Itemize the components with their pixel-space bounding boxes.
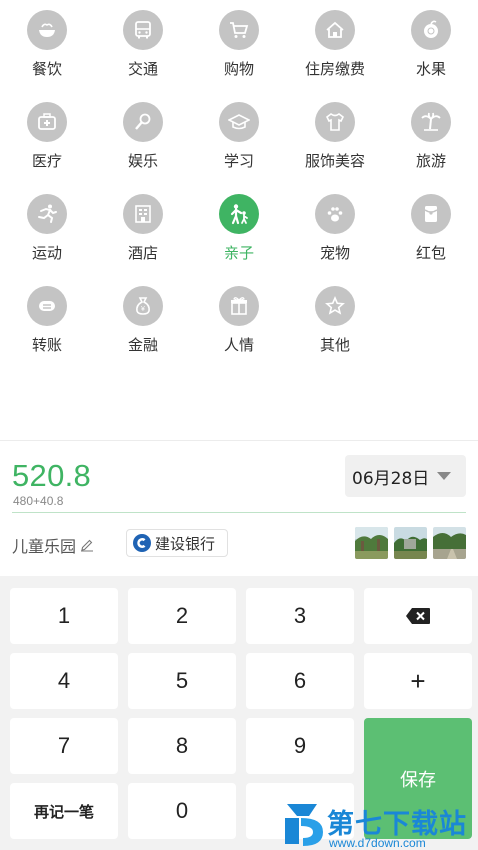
category-item[interactable]: 娱乐 [95,92,191,172]
category-item[interactable]: 宠物 [287,184,383,264]
category-label: 服饰美容 [304,152,365,170]
category-item[interactable]: 学习 [191,92,287,172]
ccb-bank-logo-icon [133,534,151,552]
pencil-icon [81,539,94,552]
category-item[interactable]: 服饰美容 [287,92,383,172]
category-item[interactable]: 水果 [383,0,478,80]
caret-down-icon [437,472,452,480]
key-3[interactable]: 3 [246,588,354,644]
category-item[interactable]: 红包 [383,184,478,264]
key-6[interactable]: 6 [246,653,354,709]
palm-tree-icon [411,102,451,142]
star-icon [315,286,355,326]
category-label: 运动 [31,244,62,262]
category-label: 其他 [319,336,350,354]
category-label: 金融 [127,336,158,354]
category-item[interactable]: 运动 [0,184,95,264]
amount-formula: 480+40.8 [13,494,64,508]
category-label: 酒店 [127,244,158,262]
key-4[interactable]: 4 [10,653,118,709]
category-label: 旅游 [415,152,446,170]
category-label: 娱乐 [127,152,158,170]
medkit-icon [27,102,67,142]
amount-underline [12,512,466,513]
category-item[interactable]: 交通 [95,0,191,80]
key-5[interactable]: 5 [128,653,236,709]
date-picker-button[interactable]: 06月28日 [345,455,466,497]
category-label: 宠物 [319,244,350,262]
fruit-icon [411,10,451,50]
key-0[interactable]: 0 [128,783,236,839]
running-icon [27,194,67,234]
category-item[interactable]: 人情 [191,276,287,356]
key-1[interactable]: 1 [10,588,118,644]
graduation-cap-icon [219,102,259,142]
svg-text:¥: ¥ [141,306,145,313]
category-label: 水果 [415,60,446,78]
red-envelope-icon [411,194,451,234]
category-item[interactable]: 酒店 [95,184,191,264]
key-9[interactable]: 9 [246,718,354,774]
money-bag-icon: ¥ [123,286,163,326]
watermark: 第七下载站 www.d7down.com [283,800,475,850]
backspace-icon [406,608,430,624]
photo-thumbnail[interactable] [355,527,388,559]
category-label: 交通 [127,60,158,78]
microphone-icon [123,102,163,142]
category-label: 购物 [223,60,254,78]
photo-thumbnail[interactable] [394,527,427,559]
note-field[interactable]: 儿童乐园 [12,533,94,557]
photo-thumbnail[interactable] [433,527,466,559]
category-label: 餐饮 [31,60,62,78]
category-label: 住房缴费 [304,60,365,78]
category-label: 学习 [223,152,254,170]
account-selector[interactable]: 建设银行 [126,529,228,557]
category-label: 红包 [415,244,446,262]
parent-child-icon [219,194,259,234]
key-8[interactable]: 8 [128,718,236,774]
category-item[interactable]: 转账 [0,276,95,356]
account-label: 建设银行 [155,534,216,553]
key-2[interactable]: 2 [128,588,236,644]
hotel-icon [123,194,163,234]
category-item[interactable]: 旅游 [383,92,478,172]
category-label: 亲子 [223,244,254,262]
house-icon [315,10,355,50]
backspace-button[interactable] [364,588,472,644]
transfer-icon [27,286,67,326]
category-item[interactable]: 医疗 [0,92,95,172]
amount-display: 520.8 [12,458,92,493]
record-another-button[interactable]: 再记一笔 [10,783,118,839]
category-item[interactable]: ¥ 金融 [95,276,191,356]
category-item[interactable]: 亲子 [191,184,287,264]
bus-icon [123,10,163,50]
paw-icon [315,194,355,234]
watermark-logo [285,804,323,846]
category-item[interactable]: 餐饮 [0,0,95,80]
note-text: 儿童乐园 [12,537,77,556]
plus-button[interactable]: + [364,653,472,709]
category-label: 人情 [223,336,254,354]
category-item[interactable]: 住房缴费 [287,0,383,80]
bookkeeping-screen: 餐饮 交通 购物 住房缴费 水果医疗 娱乐 学习 服饰美容 旅游运动 酒店 亲子 宠物 红包转账 ¥ 金融 人… [0,0,478,850]
category-item[interactable]: 其他 [287,276,383,356]
key-7[interactable]: 7 [10,718,118,774]
divider [0,440,478,441]
gift-icon [219,286,259,326]
category-item[interactable]: 购物 [191,0,287,80]
watermark-url: www.d7down.com [329,836,426,850]
category-label: 医疗 [31,152,62,170]
bowl-icon [27,10,67,50]
category-grid: 餐饮 交通 购物 住房缴费 水果医疗 娱乐 学习 服饰美容 旅游运动 酒店 亲子 宠物 红包转账 ¥ 金融 人… [0,0,478,440]
cart-icon [219,10,259,50]
category-label: 转账 [31,336,62,354]
date-label: 06月28日 [352,468,430,489]
shirt-icon [315,102,355,142]
